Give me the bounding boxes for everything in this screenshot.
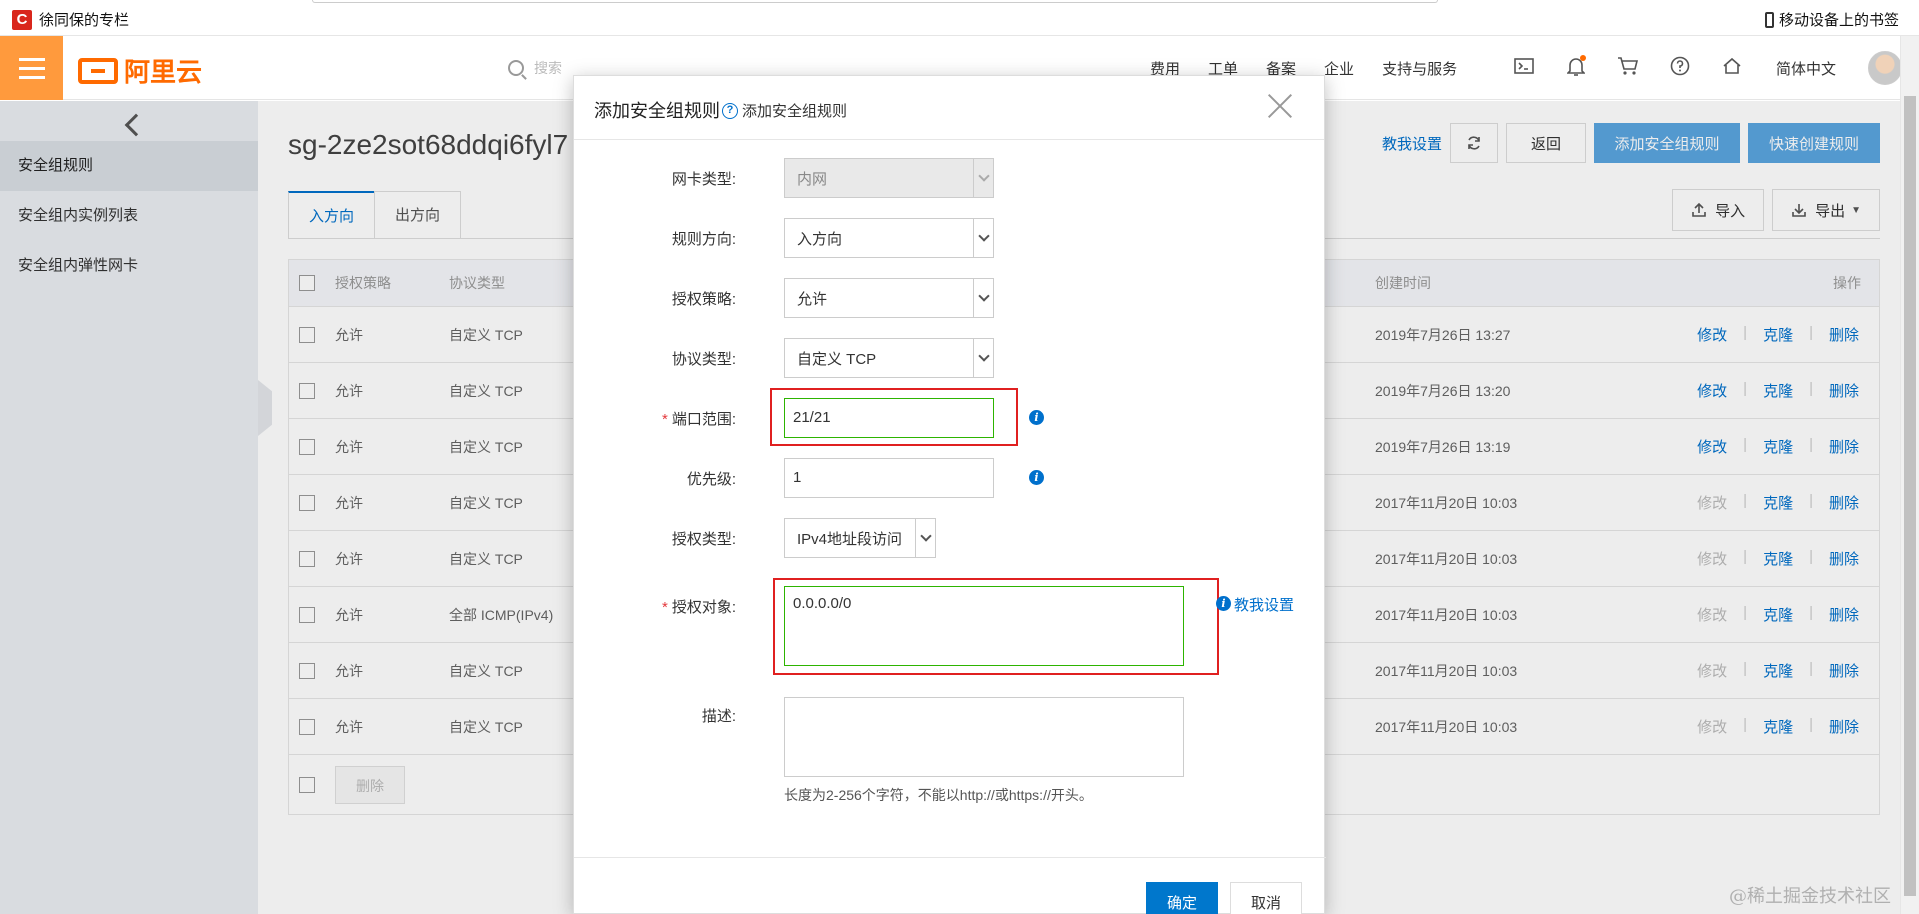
watermark: @稀土掘金技术社区 [1729,886,1891,907]
phone-icon [1764,11,1774,28]
top-search[interactable]: 搜索 [508,58,562,78]
terminal-icon[interactable] [1512,54,1536,78]
mobile-bookmarks-label: 移动设备上的书签 [1778,12,1899,29]
bell-icon[interactable] [1564,54,1588,78]
info-icon: i [1216,596,1231,611]
avatar[interactable] [1868,51,1902,85]
dialog-header: 添加安全组规则 ? 添加安全组规则 [574,76,1324,140]
info-icon[interactable]: i [1029,470,1044,485]
direction-label: 规则方向: [671,231,736,248]
dialog-buttons: 确定 取消 [1146,882,1302,914]
language-switch[interactable]: 简体中文 [1776,58,1836,79]
priority-label: 优先级: [686,471,736,488]
nic-type-select: 内网 [784,158,994,198]
search-placeholder: 搜索 [534,60,562,76]
csdn-logo-icon: C [12,9,32,30]
cart-icon[interactable] [1616,54,1640,78]
aliyun-logo[interactable]: 阿里云 [78,52,202,89]
bookmark-label: 徐同保的专栏 [39,12,130,29]
protocol-select[interactable]: 自定义 TCP [784,338,994,378]
auth-type-select[interactable]: IPv4地址段访问 [784,518,936,558]
aliyun-logo-icon [78,57,118,84]
nav-link-support[interactable]: 支持与服务 [1382,58,1457,79]
search-icon [508,60,524,76]
policy-value: 允许 [797,290,828,308]
page-scrollbar[interactable] [1900,36,1919,914]
dialog-footer: 确定 取消 [574,857,1326,914]
bookmark-folder[interactable]: C 徐同保的专栏 [12,9,129,30]
help-icon[interactable] [1668,54,1692,78]
confirm-button[interactable]: 确定 [1146,882,1218,914]
port-range-label: * 端口范围: [661,411,736,428]
bookmark-bar: C 徐同保的专栏 移动设备上的书签 [0,0,1919,36]
protocol-label: 协议类型: [671,351,736,368]
top-icons [1512,54,1744,78]
menu-toggle-button[interactable] [0,36,63,100]
scrollbar-thumb[interactable] [1904,96,1916,896]
auth-type-label: 授权类型: [671,531,736,548]
add-rule-dialog: 添加安全组规则 ? 添加安全组规则 网卡类型: 内网 规则方向: 入方向 授权策… [573,75,1326,914]
auth-type-value: IPv4地址段访问 [797,530,903,548]
priority-input[interactable]: 1 [784,458,994,498]
brand-name: 阿里云 [124,57,203,87]
chevron-down-icon [915,519,935,557]
direction-select[interactable]: 入方向 [784,218,994,258]
nav-link-enterprise[interactable]: 企业 [1324,58,1354,79]
address-bar-edge [312,0,1438,3]
question-icon: ? [722,102,738,119]
auth-object-label: * 授权对象: [661,599,736,616]
description-textarea[interactable] [784,697,1184,777]
direction-value: 入方向 [797,230,843,248]
cancel-button[interactable]: 取消 [1230,882,1302,914]
auth-object-textarea[interactable]: 0.0.0.0/0 [784,586,1184,666]
mobile-bookmarks[interactable]: 移动设备上的书签 [1764,9,1899,30]
chevron-down-icon [973,279,993,317]
port-range-input[interactable]: 21/21 [784,398,994,438]
nic-type-label: 网卡类型: [671,171,736,188]
auth-object-teach-link[interactable]: 教我设置 [1234,594,1294,615]
dialog-help-link[interactable]: ? 添加安全组规则 [722,100,847,121]
dialog-help-label: 添加安全组规则 [742,103,848,120]
notification-dot [1580,55,1586,61]
chevron-down-icon [973,219,993,257]
chevron-down-icon [973,159,993,197]
hamburger-icon [18,57,45,61]
protocol-value: 自定义 TCP [797,350,877,368]
chevron-down-icon [973,339,993,377]
info-icon[interactable]: i [1029,410,1044,425]
nic-type-value: 内网 [797,170,828,188]
policy-select[interactable]: 允许 [784,278,994,318]
policy-label: 授权策略: [671,291,736,308]
description-hint: 长度为2-256个字符，不能以http://或https://开头。 [784,787,1093,803]
close-icon[interactable] [1266,92,1294,120]
home-icon[interactable] [1720,54,1744,78]
dialog-title: 添加安全组规则 [594,101,720,121]
description-label: 描述: [701,708,736,725]
